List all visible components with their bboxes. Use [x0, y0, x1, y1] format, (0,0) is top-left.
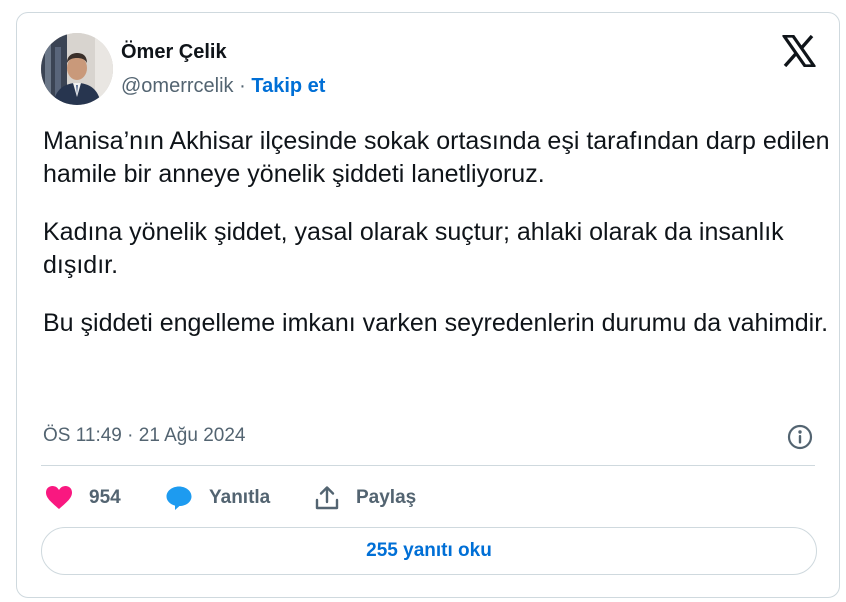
share-icon [315, 486, 339, 510]
share-label: Paylaş [356, 487, 417, 508]
like-count: 954 [89, 487, 121, 508]
x-logo-icon[interactable] [782, 34, 816, 68]
author-handle[interactable]: @omerrcelik [121, 75, 234, 97]
tweet-text: Manisa’nın Akhisar ilçesinde sokak ortas… [43, 125, 833, 365]
author-meta: @omerrcelik · Takip et [121, 75, 325, 98]
like-button[interactable]: 954 [45, 485, 121, 511]
share-button[interactable]: Paylaş [314, 485, 416, 511]
reply-bubble-icon [166, 486, 192, 510]
read-replies-button[interactable]: 255 yanıtı oku [41, 527, 817, 575]
read-replies-label: 255 yanıtı oku [366, 540, 492, 561]
divider [41, 465, 815, 466]
reply-button[interactable]: Yanıtla [165, 485, 270, 511]
tweet-paragraph: Manisa’nın Akhisar ilçesinde sokak ortas… [43, 127, 830, 188]
separator-dot: · [239, 75, 246, 97]
follow-button[interactable]: Takip et [251, 75, 325, 97]
heart-icon [46, 486, 72, 509]
avatar-photo [41, 33, 113, 105]
author-name[interactable]: Ömer Çelik [121, 41, 227, 64]
avatar[interactable] [41, 33, 113, 105]
reply-label: Yanıtla [209, 487, 271, 508]
tweet-paragraph: Kadına yönelik şiddet, yasal olarak suçt… [43, 218, 784, 279]
tweet-card: Ömer Çelik @omerrcelik · Takip et Manisa… [16, 12, 840, 598]
info-icon[interactable] [787, 424, 813, 450]
tweet-timestamp[interactable]: ÖS 11:49 · 21 Ağu 2024 [43, 425, 245, 447]
tweet-paragraph: Bu şiddeti engelleme imkanı varken seyre… [43, 309, 829, 337]
